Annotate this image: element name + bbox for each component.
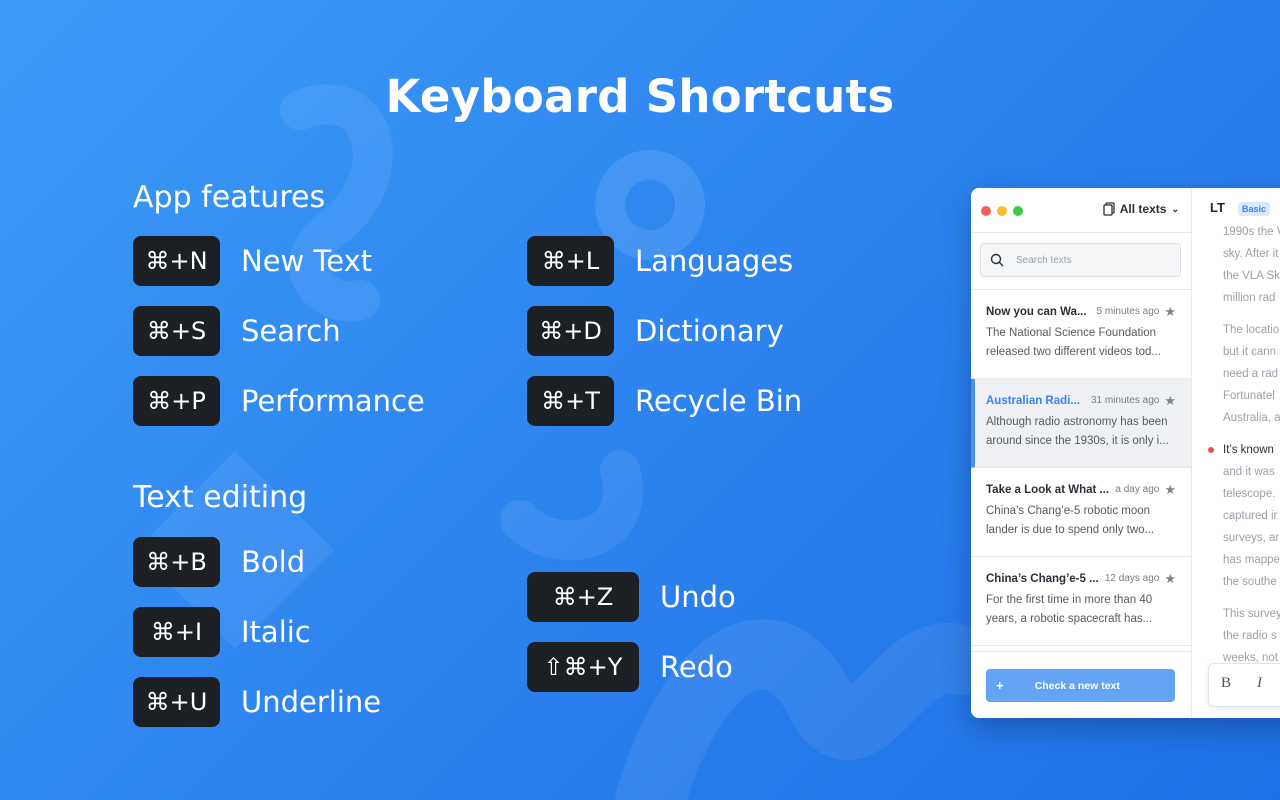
star-icon[interactable]: ★ (1164, 483, 1176, 496)
item-time: 12 days ago (1104, 573, 1160, 584)
shortcut-search: ⌘+S Search (133, 306, 341, 356)
shortcut-label: Redo (660, 650, 733, 684)
search-input[interactable]: Search texts (980, 243, 1181, 277)
italic-format-button[interactable]: I (1257, 675, 1262, 692)
star-icon[interactable]: ★ (1164, 305, 1176, 318)
error-indicator-dot (1208, 447, 1214, 453)
editor-line: captured ir (1223, 510, 1278, 522)
close-window-button[interactable] (981, 206, 991, 216)
editor-panel[interactable]: LT Basic 1990s the V sky. After it the VLA… (1192, 188, 1280, 718)
editor-line: Australia, a (1223, 412, 1280, 424)
editor-line: and it was (1223, 466, 1275, 478)
item-title: Now you can Wa... (986, 305, 1087, 318)
bold-format-button[interactable]: B (1221, 675, 1231, 692)
maximize-window-button[interactable] (1013, 206, 1023, 216)
shortcut-dictionary: ⌘+D Dictionary (527, 306, 784, 356)
editor-line: but it cann (1223, 346, 1277, 358)
item-preview: China’s Chang’e-5 robotic moon lander is … (986, 505, 1155, 536)
editor-line: need a rad (1223, 368, 1278, 380)
text-list-item[interactable]: China’s Chang’e-5 ... 12 days ago ★ For t… (971, 557, 1191, 646)
shortcut-new-text: ⌘+N New Text (133, 236, 372, 286)
item-time: 31 minutes ago (1090, 395, 1160, 406)
app-window-preview: All texts ⌄ Search texts Now you can Wa.… (971, 188, 1280, 718)
check-button-label: Check a new text (1034, 679, 1120, 692)
shortcut-label: Recycle Bin (635, 384, 803, 418)
search-icon (990, 253, 1004, 267)
editor-line: 1990s the V (1223, 226, 1280, 238)
editor-line: surveys, ar (1223, 532, 1280, 544)
editor-line: Fortunatel (1223, 390, 1275, 402)
minimize-window-button[interactable] (997, 206, 1007, 216)
shortcut-italic: ⌘+I Italic (133, 607, 311, 657)
text-list-item-selected[interactable]: Australian Radi... 31 minutes ago ★ Altho… (971, 379, 1191, 468)
divider (971, 651, 1191, 652)
shortcut-bold: ⌘+B Bold (133, 537, 305, 587)
shortcut-label: Bold (241, 545, 306, 579)
shortcut-recycle-bin: ⌘+T Recycle Bin (527, 376, 802, 426)
shortcut-undo: ⌘+Z Undo (527, 572, 736, 622)
editor-line: telescope. (1223, 488, 1276, 500)
key-badge: ⌘+I (133, 607, 220, 657)
item-title: Take a Look at What ... (986, 483, 1110, 496)
shortcut-redo: ⇧⌘+Y Redo (527, 642, 733, 692)
languagetool-logo: LT (1210, 200, 1225, 215)
text-list-item[interactable]: Take a Look at What ... a day ago ★ China… (971, 468, 1191, 557)
dropdown-label: All texts (1119, 202, 1167, 216)
search-placeholder: Search texts (1016, 254, 1072, 266)
shortcut-underline: ⌘+U Underline (133, 677, 381, 727)
star-icon[interactable]: ★ (1164, 572, 1176, 585)
section-heading-app-features: App features (133, 180, 326, 215)
shortcut-performance: ⌘+P Performance (133, 376, 425, 426)
shortcut-languages: ⌘+L Languages (527, 236, 793, 286)
item-time: 5 minutes ago (1096, 306, 1160, 317)
editor-line: This survey (1223, 608, 1280, 620)
item-preview: Although radio astronomy has been around … (986, 416, 1169, 447)
editor-line: sky. After it (1223, 248, 1279, 260)
divider (971, 232, 1191, 233)
editor-line: has mappe (1223, 554, 1280, 566)
key-badge: ⌘+B (133, 537, 220, 587)
key-badge: ⌘+D (527, 306, 614, 356)
editor-line: million rad (1223, 292, 1276, 304)
shortcut-label: Italic (241, 615, 311, 649)
key-badge: ⌘+S (133, 306, 220, 356)
key-badge: ⌘+L (527, 236, 614, 286)
plan-badge: Basic (1238, 202, 1271, 216)
editor-line: the southe (1223, 576, 1277, 588)
window-controls (981, 206, 1023, 216)
texts-sidebar: All texts ⌄ Search texts Now you can Wa.… (971, 188, 1192, 718)
item-title: Australian Radi... (986, 394, 1080, 407)
shortcut-label: Dictionary (635, 314, 784, 348)
key-badge: ⇧⌘+Y (527, 642, 639, 692)
shortcut-label: Search (241, 314, 341, 348)
shortcut-label: Underline (241, 685, 382, 719)
formatting-toolbar: B I (1208, 663, 1280, 707)
editor-line: the radio s (1223, 630, 1277, 642)
text-list-item[interactable]: Now you can Wa... 5 minutes ago ★ The Nat… (971, 290, 1191, 379)
item-preview: The National Science Foundation released … (986, 327, 1161, 358)
item-title: China’s Chang’e-5 ... (986, 572, 1099, 585)
documents-icon (1103, 202, 1115, 216)
star-icon[interactable]: ★ (1164, 394, 1176, 407)
editor-line: It’s known (1223, 444, 1274, 456)
shortcut-label: Languages (635, 244, 794, 278)
plus-icon: + (996, 678, 1004, 693)
editor-line: the VLA Sky (1223, 270, 1280, 282)
shortcut-label: Performance (241, 384, 425, 418)
section-heading-text-editing: Text editing (133, 480, 308, 515)
shortcut-label: Undo (660, 580, 736, 614)
key-badge: ⌘+U (133, 677, 220, 727)
key-badge: ⌘+T (527, 376, 614, 426)
key-badge: ⌘+N (133, 236, 220, 286)
editor-line: The locatio (1223, 324, 1280, 336)
item-time: a day ago (1115, 484, 1160, 495)
check-new-text-button[interactable]: + Check a new text (986, 669, 1175, 702)
page-title: Keyboard Shortcuts (385, 70, 895, 123)
key-badge: ⌘+P (133, 376, 220, 426)
key-badge: ⌘+Z (527, 572, 639, 622)
texts-filter-dropdown[interactable]: All texts ⌄ (1103, 202, 1179, 216)
item-preview: For the first time in more than 40 years,… (986, 594, 1153, 625)
chevron-down-icon: ⌄ (1171, 203, 1179, 214)
shortcut-label: New Text (241, 244, 373, 278)
